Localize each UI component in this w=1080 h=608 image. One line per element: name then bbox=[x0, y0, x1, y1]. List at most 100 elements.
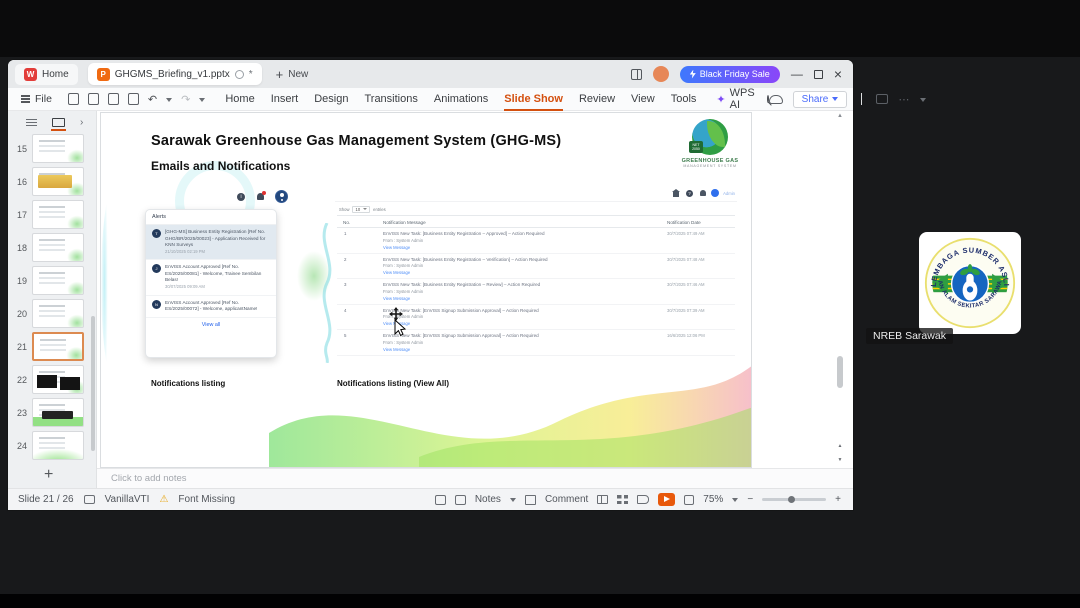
reading-view-icon[interactable] bbox=[637, 495, 650, 504]
previous-slide-button[interactable]: ▲ bbox=[835, 440, 845, 452]
slide-thumbnail-15[interactable]: 15 bbox=[8, 132, 96, 165]
thumbnail-preview[interactable] bbox=[32, 398, 84, 427]
scrollbar-thumb[interactable] bbox=[837, 356, 843, 388]
thumbnail-preview[interactable] bbox=[32, 365, 84, 394]
file-menu-button[interactable]: File bbox=[8, 93, 62, 105]
slide-thumbnail-22[interactable]: 22 bbox=[8, 363, 96, 396]
zoom-in-button[interactable]: + bbox=[835, 494, 841, 505]
slide-sorter-icon[interactable] bbox=[617, 495, 629, 504]
zoom-out-button[interactable]: − bbox=[747, 494, 753, 505]
theme-name[interactable]: VanillaVTI bbox=[105, 494, 150, 505]
slide-thumbnail-24[interactable]: 24 bbox=[8, 429, 96, 462]
zoom-slider[interactable] bbox=[762, 496, 827, 503]
wps-ai-button[interactable]: ✦ WPS AI bbox=[716, 87, 754, 111]
quickbar-dropdown-icon[interactable] bbox=[199, 97, 206, 105]
slide-thumbnail-19[interactable]: 19 bbox=[8, 264, 96, 297]
slideshow-play-button[interactable] bbox=[658, 493, 676, 506]
alert-item[interactable]: T [GHG-MS] Business Entity Registration [… bbox=[146, 225, 276, 261]
menu-home[interactable]: Home bbox=[225, 93, 254, 105]
menu-design[interactable]: Design bbox=[314, 93, 348, 105]
menu-transitions[interactable]: Transitions bbox=[364, 93, 417, 105]
tab-home[interactable]: W Home bbox=[15, 63, 78, 85]
view-message-link[interactable]: View Message bbox=[383, 270, 410, 275]
notes-toggle[interactable]: Notes bbox=[475, 494, 501, 505]
promo-button[interactable]: Black Friday Sale bbox=[679, 65, 780, 83]
print-preview-icon[interactable] bbox=[127, 93, 139, 105]
panel-expand-icon[interactable]: › bbox=[80, 117, 83, 128]
scroll-up-icon[interactable]: ▲ bbox=[837, 113, 843, 119]
thumbnail-preview[interactable] bbox=[32, 167, 84, 196]
handout-icon[interactable] bbox=[454, 494, 466, 505]
fit-slide-icon[interactable] bbox=[684, 494, 695, 505]
slide-thumbnail-20[interactable]: 20 bbox=[8, 297, 96, 330]
canvas-scrollbar[interactable]: ▲ ▲ ▼ bbox=[835, 113, 845, 466]
view-message-link[interactable]: View Message bbox=[383, 347, 410, 352]
view-message-link[interactable]: View Message bbox=[383, 245, 410, 250]
window-layout-icon[interactable] bbox=[630, 68, 642, 80]
new-tab-button[interactable]: + New bbox=[276, 68, 309, 81]
save-icon[interactable] bbox=[67, 93, 79, 105]
thumbnail-preview[interactable] bbox=[32, 266, 84, 295]
cloud-sync-icon[interactable] bbox=[768, 94, 783, 104]
alert-item[interactable]: N EnVISS Account Approved [Ref No. ES/202… bbox=[146, 296, 276, 318]
restore-button[interactable] bbox=[813, 69, 823, 79]
view-all-link[interactable]: View all bbox=[146, 318, 276, 332]
menu-slide-show[interactable]: Slide Show bbox=[504, 93, 563, 111]
account-avatar[interactable] bbox=[652, 66, 669, 82]
export-pdf-icon[interactable] bbox=[87, 93, 99, 105]
cell-no: 1 bbox=[344, 231, 347, 236]
undo-dropdown-icon[interactable] bbox=[166, 97, 173, 105]
thumbnail-preview[interactable] bbox=[32, 233, 84, 262]
font-missing-label[interactable]: Font Missing bbox=[178, 494, 235, 505]
comment-label[interactable]: Comment bbox=[545, 494, 588, 505]
slide-thumbnail-17[interactable]: 17 bbox=[8, 198, 96, 231]
notes-dropdown-icon[interactable] bbox=[509, 498, 516, 505]
next-slide-button[interactable]: ▼ bbox=[835, 454, 845, 466]
slides-view-icon[interactable] bbox=[51, 118, 66, 131]
slide-thumbnail-23[interactable]: 23 bbox=[8, 396, 96, 429]
undo-icon[interactable]: ↶ bbox=[148, 93, 157, 106]
notes-area[interactable]: Click to add notes bbox=[97, 468, 853, 488]
search-icon[interactable] bbox=[766, 95, 769, 103]
thumbnail-preview[interactable] bbox=[32, 332, 84, 361]
collapse-ribbon-icon[interactable] bbox=[920, 97, 927, 105]
menu-insert[interactable]: Insert bbox=[271, 93, 299, 105]
zoom-slider-thumb[interactable] bbox=[788, 496, 796, 503]
zoom-dropdown-icon[interactable] bbox=[732, 498, 739, 505]
slide-21[interactable]: Sarawak Greenhouse Gas Management System… bbox=[100, 112, 752, 468]
ribbon-display-icon[interactable] bbox=[876, 94, 889, 104]
page-size-select[interactable]: 10 bbox=[352, 206, 371, 213]
add-slide-button[interactable]: + bbox=[44, 466, 53, 484]
slide-thumbnail-16[interactable]: 16 bbox=[8, 165, 96, 198]
minimize-button[interactable]: — bbox=[791, 68, 803, 80]
tab-document[interactable]: P GHGMS_Briefing_v1.pptx * bbox=[87, 63, 262, 85]
outline-view-icon[interactable] bbox=[26, 118, 37, 127]
panel-scrollbar[interactable] bbox=[91, 316, 95, 451]
menu-review[interactable]: Review bbox=[579, 93, 615, 105]
zoom-level[interactable]: 75% bbox=[703, 494, 723, 505]
tab-preview-icon[interactable] bbox=[234, 69, 244, 79]
spellcheck-icon[interactable] bbox=[434, 494, 446, 505]
more-options-icon[interactable]: ⋯ bbox=[898, 93, 910, 106]
share-button[interactable]: Share bbox=[792, 90, 848, 108]
menu-animations[interactable]: Animations bbox=[434, 93, 488, 105]
thumbnail-preview[interactable] bbox=[32, 200, 84, 229]
normal-view-icon[interactable] bbox=[597, 495, 609, 504]
thumbnail-preview[interactable] bbox=[32, 299, 84, 328]
cell-date: 16/6/2025 12:06 PM bbox=[667, 333, 705, 338]
menu-view[interactable]: View bbox=[631, 93, 655, 105]
slide-thumbnail-18[interactable]: 18 bbox=[8, 231, 96, 264]
cell-date: 30/7/2025 07:49 AM bbox=[667, 231, 705, 236]
alert-item[interactable]: J EnVISS Account Approved [Ref No. ES/202… bbox=[146, 260, 276, 296]
print-icon[interactable] bbox=[107, 93, 119, 105]
participant-video-tile[interactable]: LEMBAGA SUMBER ASLI DAN ALAM SEKITAR SAR… bbox=[919, 232, 1021, 334]
comment-icon[interactable] bbox=[524, 494, 536, 505]
menu-tools[interactable]: Tools bbox=[671, 93, 697, 105]
thumbnail-preview[interactable] bbox=[32, 134, 84, 163]
close-button[interactable]: × bbox=[834, 67, 842, 81]
view-message-link[interactable]: View Message bbox=[383, 296, 410, 301]
redo-icon[interactable]: ↷ bbox=[181, 93, 190, 106]
slide-thumbnail-21[interactable]: 21 bbox=[8, 330, 96, 363]
thumbnail-preview[interactable] bbox=[32, 431, 84, 460]
theme-icon[interactable] bbox=[83, 495, 95, 504]
